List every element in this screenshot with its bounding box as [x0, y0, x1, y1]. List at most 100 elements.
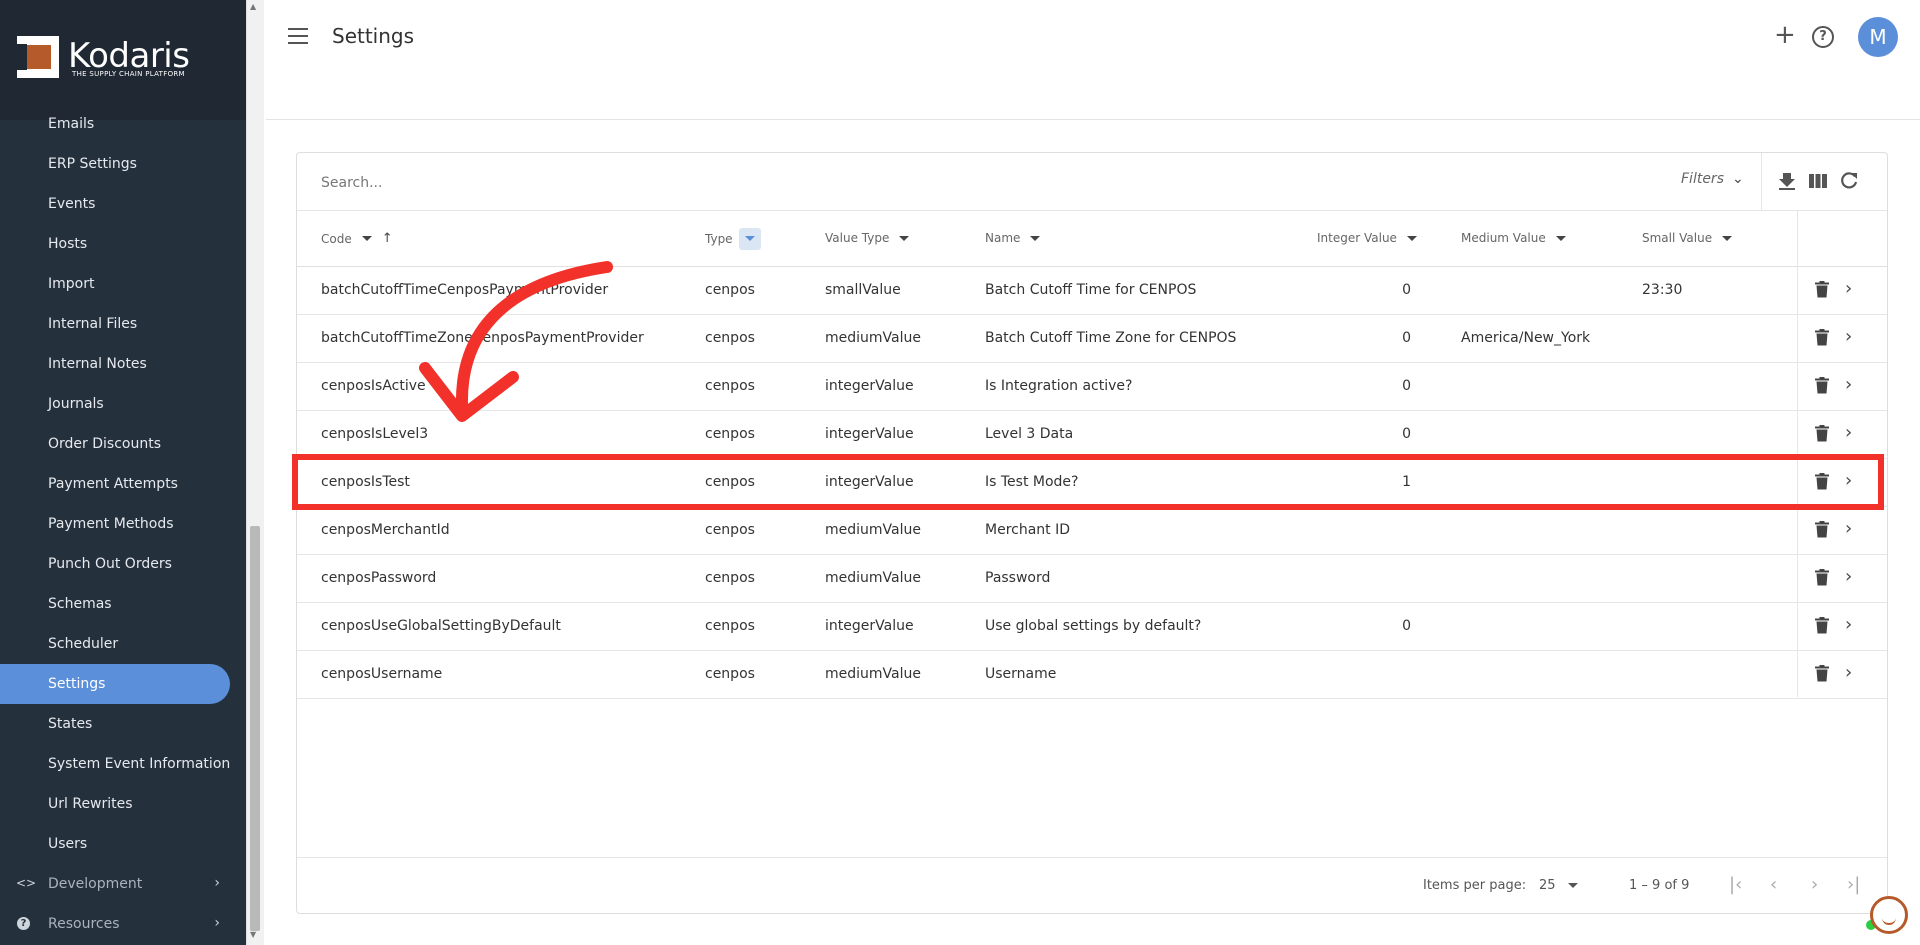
- table-row[interactable]: cenposUsername cenpos mediumValue Username ›: [297, 651, 1887, 699]
- delete-trash-icon[interactable]: [1815, 617, 1829, 634]
- download-icon[interactable]: [1776, 170, 1798, 192]
- delete-trash-icon[interactable]: [1815, 473, 1829, 490]
- help-icon[interactable]: ?: [1812, 26, 1834, 48]
- table-header: Code ↑ Type Value Type Name Integer Value…: [297, 211, 1887, 267]
- open-row-chevron-icon[interactable]: ›: [1845, 662, 1852, 683]
- sidebar-item-payment-methods[interactable]: Payment Methods: [0, 504, 240, 544]
- sidebar-item-scheduler[interactable]: Scheduler: [0, 624, 240, 664]
- delete-trash-icon[interactable]: [1815, 521, 1829, 538]
- chat-support-icon[interactable]: [1870, 896, 1908, 934]
- refresh-icon[interactable]: [1838, 170, 1860, 192]
- sidebar-item-hosts[interactable]: Hosts: [0, 224, 240, 264]
- sidebar-section-resources[interactable]: ? Resources ›: [0, 904, 240, 944]
- column-filter-active-icon[interactable]: [738, 228, 761, 250]
- cell-value-type: mediumValue: [825, 570, 921, 586]
- table-row[interactable]: cenposPassword cenpos mediumValue Password ›: [297, 555, 1887, 603]
- open-row-chevron-icon[interactable]: ›: [1845, 374, 1852, 395]
- sidebar-item-order-discounts[interactable]: Order Discounts: [0, 424, 240, 464]
- table-row[interactable]: cenposIsTest cenpos integerValue Is Test Mo…: [297, 459, 1887, 507]
- scroll-up-arrow-icon[interactable]: ▲: [250, 2, 256, 11]
- table-row[interactable]: cenposMerchantId cenpos mediumValue Merchan…: [297, 507, 1887, 555]
- delete-trash-icon[interactable]: [1815, 281, 1829, 298]
- open-row-chevron-icon[interactable]: ›: [1845, 614, 1852, 635]
- column-menu-caret-icon[interactable]: [1722, 235, 1733, 241]
- column-menu-caret-icon[interactable]: [899, 235, 910, 241]
- sidebar-item-emails[interactable]: Emails: [0, 104, 240, 144]
- sidebar-item-label: ERP Settings: [48, 156, 137, 172]
- pagination-range: 1 – 9 of 9: [1629, 878, 1690, 893]
- delete-trash-icon[interactable]: [1815, 665, 1829, 682]
- previous-page-icon[interactable]: ‹: [1770, 874, 1777, 895]
- cell-code: cenposUsername: [321, 666, 443, 682]
- sidebar-scrollbar-thumb[interactable]: [250, 526, 260, 931]
- sidebar-item-erp-settings[interactable]: ERP Settings: [0, 144, 240, 184]
- column-header-type[interactable]: Type: [705, 228, 761, 250]
- open-row-chevron-icon[interactable]: ›: [1845, 566, 1852, 587]
- sidebar-item-punch-out-orders[interactable]: Punch Out Orders: [0, 544, 240, 584]
- column-label: Integer Value: [1317, 231, 1397, 245]
- scroll-down-arrow-icon[interactable]: ▼: [250, 930, 256, 939]
- open-row-chevron-icon[interactable]: ›: [1845, 278, 1852, 299]
- column-menu-caret-icon[interactable]: [1406, 235, 1417, 241]
- sidebar-item-label: Emails: [48, 116, 95, 132]
- delete-trash-icon[interactable]: [1815, 377, 1829, 394]
- sidebar-item-system-event-information[interactable]: System Event Information: [0, 744, 240, 784]
- column-header-code[interactable]: Code ↑: [321, 231, 393, 246]
- sidebar-item-internal-notes[interactable]: Internal Notes: [0, 344, 240, 384]
- sidebar-item-label: System Event Information: [48, 756, 231, 772]
- open-row-chevron-icon[interactable]: ›: [1845, 422, 1852, 443]
- open-row-chevron-icon[interactable]: ›: [1845, 518, 1852, 539]
- sidebar-item-label: Settings: [48, 676, 106, 692]
- last-page-icon[interactable]: ›|: [1847, 874, 1860, 895]
- sort-ascending-arrow-icon[interactable]: ↑: [382, 231, 393, 246]
- column-header-small-value[interactable]: Small Value: [1642, 231, 1733, 245]
- sidebar-item-settings[interactable]: Settings: [0, 664, 230, 704]
- column-header-value-type[interactable]: Value Type: [825, 231, 910, 245]
- cell-type: cenpos: [705, 570, 755, 586]
- sidebar-item-events[interactable]: Events: [0, 184, 240, 224]
- column-header-name[interactable]: Name: [985, 231, 1041, 245]
- cell-value-type: integerValue: [825, 474, 914, 490]
- delete-trash-icon[interactable]: [1815, 425, 1829, 442]
- filters-dropdown[interactable]: Filters ⌄: [1681, 171, 1744, 187]
- sidebar-item-import[interactable]: Import: [0, 264, 240, 304]
- items-per-page-select[interactable]: 25: [1539, 878, 1578, 893]
- cell-type: cenpos: [705, 474, 755, 490]
- table-row[interactable]: batchCutoffTimeCenposPaymentProvider cenp…: [297, 267, 1887, 315]
- cell-value-type: mediumValue: [825, 666, 921, 682]
- columns-icon[interactable]: [1807, 170, 1829, 192]
- table-row[interactable]: batchCutoffTimeZoneCenposPaymentProvider…: [297, 315, 1887, 363]
- column-menu-caret-icon[interactable]: [361, 236, 372, 241]
- sidebar-item-states[interactable]: States: [0, 704, 240, 744]
- cell-code: cenposMerchantId: [321, 522, 450, 538]
- column-menu-caret-icon[interactable]: [1555, 235, 1566, 241]
- user-avatar[interactable]: M: [1858, 17, 1898, 57]
- column-menu-caret-icon[interactable]: [1030, 235, 1041, 241]
- delete-trash-icon[interactable]: [1815, 329, 1829, 346]
- next-page-icon[interactable]: ›: [1811, 874, 1818, 895]
- open-row-chevron-icon[interactable]: ›: [1845, 470, 1852, 491]
- column-header-integer-value[interactable]: Integer Value: [1317, 231, 1417, 245]
- delete-trash-icon[interactable]: [1815, 569, 1829, 586]
- add-icon[interactable]: +: [1774, 20, 1796, 50]
- table-row[interactable]: cenposUseGlobalSettingByDefault cenpos int…: [297, 603, 1887, 651]
- first-page-icon[interactable]: |‹: [1729, 874, 1742, 895]
- sidebar-item-url-rewrites[interactable]: Url Rewrites: [0, 784, 240, 824]
- sidebar-item-internal-files[interactable]: Internal Files: [0, 304, 240, 344]
- column-header-medium-value[interactable]: Medium Value: [1461, 231, 1566, 245]
- table-toolbar: Filters ⌄: [297, 153, 1887, 211]
- search-input[interactable]: [321, 171, 921, 195]
- app-header: Settings + ? M: [266, 0, 1920, 120]
- sidebar-item-users[interactable]: Users: [0, 824, 240, 864]
- sidebar-item-label: Import: [48, 276, 95, 292]
- table-row[interactable]: cenposIsActive cenpos integerValue Is Integ…: [297, 363, 1887, 411]
- sidebar-section-development[interactable]: <> Development ›: [0, 864, 240, 904]
- open-row-chevron-icon[interactable]: ›: [1845, 326, 1852, 347]
- hamburger-menu-icon[interactable]: [288, 28, 308, 44]
- column-label: Code: [321, 231, 352, 246]
- table-row[interactable]: cenposIsLevel3 cenpos integerValue Level 3 …: [297, 411, 1887, 459]
- settings-table-card: Filters ⌄ Code ↑ Type Value Type Name Inte…: [296, 152, 1888, 914]
- sidebar-item-schemas[interactable]: Schemas: [0, 584, 240, 624]
- sidebar-item-journals[interactable]: Journals: [0, 384, 240, 424]
- sidebar-item-payment-attempts[interactable]: Payment Attempts: [0, 464, 240, 504]
